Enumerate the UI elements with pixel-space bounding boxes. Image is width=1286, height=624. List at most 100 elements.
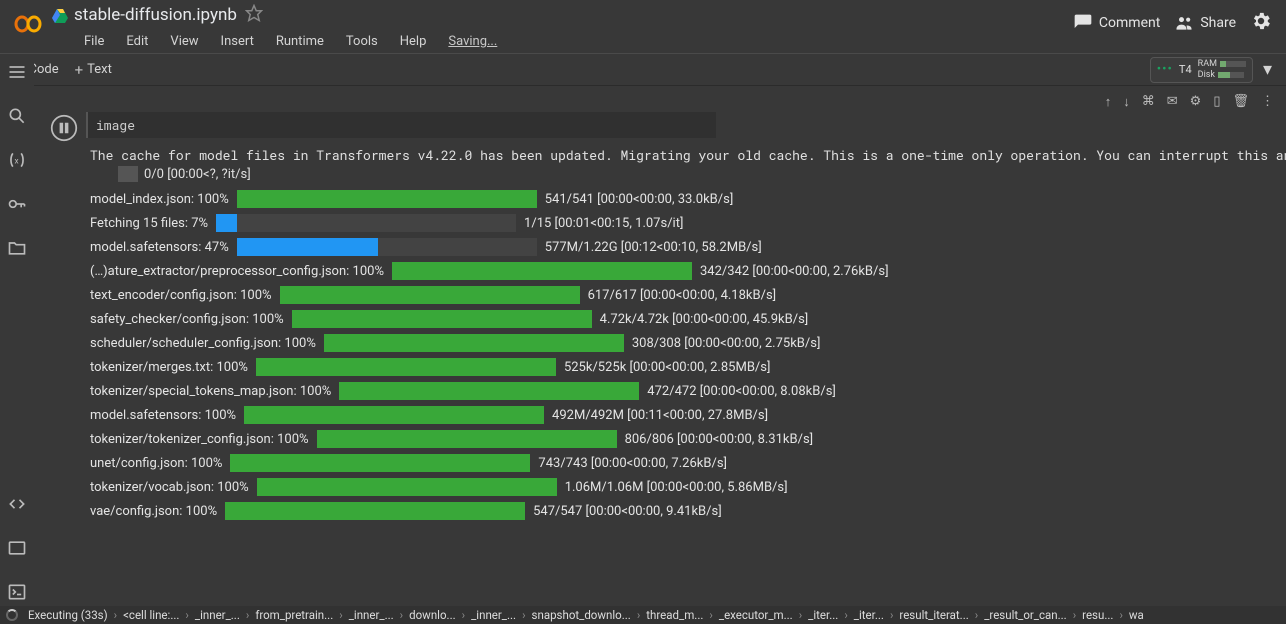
stack-frame[interactable]: wa [1125,608,1148,622]
progress-row: tokenizer/special_tokens_map.json: 100%4… [90,382,1286,400]
stack-frame[interactable]: from_pretrain... [251,608,337,622]
progress-stats: 1.06M/1.06M [00:00<00:00, 5.86MB/s] [565,480,788,495]
progress-row: safety_checker/config.json: 100%4.72k/4.… [90,310,1286,328]
chevron-right-icon: › [1117,608,1124,622]
colab-logo[interactable] [12,8,44,40]
menu-help[interactable]: Help [390,30,437,53]
progress-bar [324,334,624,352]
progress-label: (…)ature_extractor/preprocessor_config.j… [90,264,384,279]
code-icon[interactable] [7,494,27,518]
save-status: Saving... [438,30,507,53]
stack-frame[interactable]: downlo... [405,608,460,622]
menu-view[interactable]: View [160,30,208,53]
cell-toolbar: ↑ ↓ ⌘ ✉ ⚙ ▯ 🗑 ⋮ [50,92,1278,112]
menu-file[interactable]: File [74,30,114,53]
progress-bar [237,190,537,208]
share-button[interactable]: Share [1174,13,1236,33]
progress-label: tokenizer/tokenizer_config.json: 100% [90,432,309,447]
progress-stats: 743/743 [00:00<00:00, 7.26kB/s] [538,456,727,471]
move-down-icon[interactable]: ↓ [1123,94,1130,110]
comment-cell-icon[interactable]: ✉ [1167,94,1178,110]
progress-row: tokenizer/merges.txt: 100%525k/525k [00:… [90,358,1286,376]
progress-row: model.safetensors: 47% 577M/1.22G [00:12<… [90,238,1286,256]
code-cell-input[interactable]: image [86,112,716,138]
stack-frame[interactable]: _iter... [850,608,888,622]
chevron-right-icon: › [520,608,527,622]
progress-bar [292,310,592,328]
progress-stats: 617/617 [00:00<00:00, 4.18kB/s] [588,288,777,303]
zero-progress-stats: 0/0 [00:00<?, ?it/s] [144,167,251,182]
runtime-status[interactable]: ••• T4 RAM Disk [1150,57,1253,83]
progress-stats: 577M/1.22G [00:12<00:10, 58.2MB/s] [545,240,762,255]
progress-bar [256,358,556,376]
menu-runtime[interactable]: Runtime [266,30,334,53]
spinner-icon [6,609,18,621]
progress-bar [339,382,639,400]
add-text-label: Text [87,62,112,77]
command-palette-icon[interactable] [7,538,27,562]
secrets-icon[interactable] [7,194,27,218]
progress-bar [317,430,617,448]
mirror-cell-icon[interactable]: ▯ [1213,94,1220,110]
star-icon[interactable] [245,4,263,26]
doc-title[interactable]: stable-diffusion.ipynb [74,5,237,25]
files-icon[interactable] [7,238,27,262]
progress-label: text_encoder/config.json: 100% [90,288,272,303]
progress-row: unet/config.json: 100% 743/743 [00:00<00:… [90,454,1286,472]
toc-icon[interactable] [7,62,27,86]
stack-frame[interactable]: _inner_... [345,608,398,622]
chevron-right-icon: › [337,608,344,622]
chevron-right-icon: › [460,608,467,622]
progress-stats: 525k/525k [00:00<00:00, 2.85MB/s] [564,360,771,375]
progress-bar [230,454,530,472]
progress-bar [392,262,692,280]
progress-label: model_index.json: 100% [90,192,229,207]
progress-row: scheduler/scheduler_config.json: 100%308… [90,334,1286,352]
progress-bar [237,238,537,256]
settings-icon[interactable] [1250,10,1272,36]
chevron-right-icon: › [707,608,714,622]
stack-frame[interactable]: <cell line:... [119,608,183,622]
comment-label: Comment [1099,15,1160,31]
stack-frame[interactable]: _inner_... [467,608,520,622]
chevron-right-icon: › [112,608,119,622]
move-up-icon[interactable]: ↑ [1105,94,1112,110]
progress-row: model_index.json: 100%541/541 [00:00<00:… [90,190,1286,208]
add-text-button[interactable]: +Text [67,59,120,81]
stack-frame[interactable]: _iter... [804,608,842,622]
progress-row: model.safetensors: 100%492M/492M [00:11<… [90,406,1286,424]
search-icon[interactable] [7,106,27,130]
stack-frame[interactable]: snapshot_downlo... [528,608,635,622]
progress-stats: 806/806 [00:00<00:00, 8.31kB/s] [625,432,814,447]
stack-frame[interactable]: _result_or_can... [980,608,1070,622]
stack-frame[interactable]: result_iterat... [895,608,972,622]
stack-frame[interactable]: _inner_... [191,608,244,622]
toolbar-overflow-icon[interactable]: ▾ [1257,59,1278,80]
menu-tools[interactable]: Tools [336,30,388,53]
menu-edit[interactable]: Edit [116,30,158,53]
progress-label: vae/config.json: 100% [90,504,217,519]
stack-frame[interactable]: _executor_m... [715,608,797,622]
cell-more-icon[interactable]: ⋮ [1261,94,1274,110]
progress-stats: 547/547 [00:00<00:00, 9.41kB/s] [533,504,722,519]
link-icon[interactable]: ⌘ [1142,94,1155,110]
variables-icon[interactable]: x [7,150,27,174]
run-cell-button[interactable] [50,112,78,144]
cache-message: The cache for model files in Transformer… [90,146,1286,164]
delete-cell-icon[interactable]: 🗑 [1232,94,1249,110]
terminal-icon[interactable] [7,582,27,606]
stack-frame[interactable]: thread_m... [642,608,707,622]
progress-label: model.safetensors: 47% [90,240,229,255]
progress-row: text_encoder/config.json: 100% 617/617 [0… [90,286,1286,304]
progress-stats: 308/308 [00:00<00:00, 2.75kB/s] [632,336,821,351]
menu-insert[interactable]: Insert [211,30,264,53]
svg-text:x: x [15,156,19,166]
progress-label: Fetching 15 files: 7% [90,216,208,231]
stack-frame[interactable]: resu... [1078,608,1117,622]
cell-settings-icon[interactable]: ⚙ [1190,94,1202,110]
progress-stats: 492M/492M [00:11<00:00, 27.8MB/s] [552,408,768,423]
share-label: Share [1200,15,1236,31]
progress-label: unet/config.json: 100% [90,456,222,471]
chevron-right-icon: › [183,608,190,622]
comment-button[interactable]: Comment [1073,13,1160,33]
